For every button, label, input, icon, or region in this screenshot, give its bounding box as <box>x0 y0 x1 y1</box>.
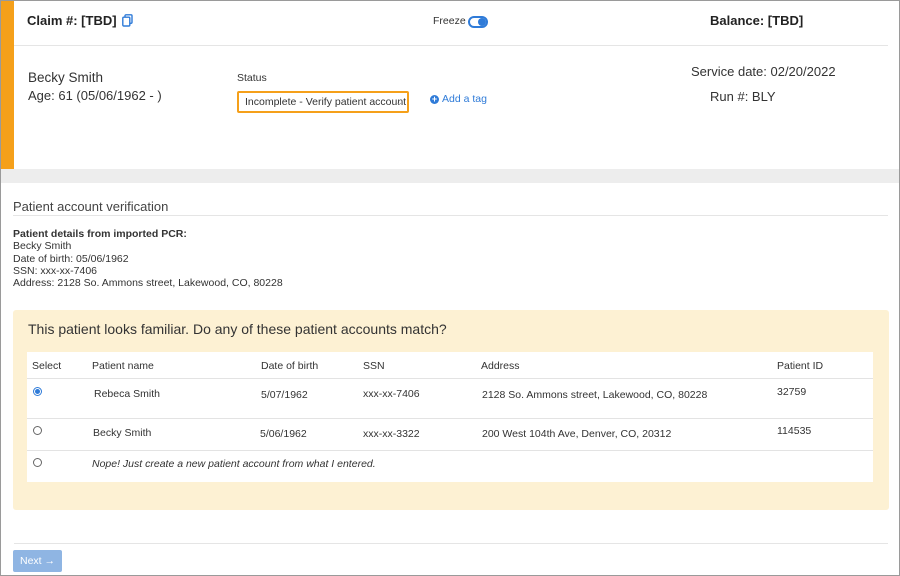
match-table: Select Patient name Date of birth SSN Ad… <box>27 352 873 482</box>
freeze-control: Freeze <box>433 14 488 28</box>
section-divider <box>13 215 888 216</box>
column-header-select: Select <box>32 360 62 372</box>
status-select[interactable]: Incomplete - Verify patient account ⌄ <box>237 91 409 113</box>
row-2-ssn: xxx-xx-3322 <box>363 428 420 440</box>
patient-age: Age: 61 (05/06/1962 - ) <box>28 88 162 103</box>
pcr-name: Becky Smith <box>13 240 72 253</box>
row-divider <box>27 378 873 379</box>
column-header-dob: Date of birth <box>261 360 319 372</box>
balance: Balance: [TBD] <box>710 13 804 28</box>
row-1-name: Rebeca Smith <box>94 388 160 400</box>
claim-label: Claim #: [TBD] <box>27 13 117 28</box>
footer-divider <box>14 543 888 544</box>
row-2-name: Becky Smith <box>93 427 152 439</box>
select-radio-row-1[interactable] <box>33 387 42 396</box>
header-divider <box>14 45 888 46</box>
row-1-dob: 5/07/1962 <box>261 389 308 401</box>
column-header-patient-id: Patient ID <box>777 360 824 372</box>
status-accent-bar <box>1 1 14 169</box>
row-1-address: 2128 So. Ammons street, Lakewood, CO, 80… <box>482 389 708 401</box>
row-2-patient-id: 114535 <box>777 425 812 437</box>
copy-icon[interactable] <box>121 14 133 27</box>
pcr-dob: Date of birth: 05/06/1962 <box>13 252 129 265</box>
chevron-down-icon: ⌄ <box>395 97 403 107</box>
pcr-ssn: SSN: xxx-xx-7406 <box>13 264 98 277</box>
new-account-option-label: Nope! Just create a new patient account … <box>92 458 376 470</box>
patient-name: Becky Smith <box>28 70 104 85</box>
toggle-knob <box>477 18 486 26</box>
column-header-address: Address <box>481 360 520 372</box>
column-header-name: Patient name <box>92 360 154 372</box>
row-divider <box>27 418 873 419</box>
select-radio-row-2[interactable] <box>33 426 42 435</box>
row-2-dob: 5/06/1962 <box>260 428 307 440</box>
pcr-address: Address: 2128 So. Ammons street, Lakewoo… <box>13 277 283 290</box>
select-radio-new-account[interactable] <box>33 458 42 467</box>
row-1-ssn: xxx-xx-7406 <box>363 388 420 400</box>
next-button[interactable]: Next → <box>13 550 62 572</box>
row-divider <box>27 450 873 451</box>
match-panel: This patient looks familiar. Do any of t… <box>13 310 889 510</box>
pcr-heading: Patient details from imported PCR: <box>13 228 187 240</box>
row-1-patient-id: 32759 <box>777 386 807 398</box>
plus-circle-icon: + <box>430 93 439 104</box>
add-tag-link[interactable]: + Add a tag <box>430 93 487 105</box>
match-prompt: This patient looks familiar. Do any of t… <box>28 321 447 337</box>
section-title: Patient account verification <box>13 199 169 214</box>
service-date: Service date: 02/20/2022 <box>691 64 836 79</box>
row-2-address: 200 West 104th Ave, Denver, CO, 20312 <box>482 428 672 440</box>
status-selected-value: Incomplete - Verify patient account <box>245 96 407 108</box>
add-tag-label: Add a tag <box>442 93 487 105</box>
status-label: Status <box>237 72 267 84</box>
freeze-toggle[interactable] <box>467 16 488 28</box>
run-number: Run #: BLY <box>710 89 776 104</box>
freeze-label: Freeze <box>433 15 466 27</box>
pcr-details: Patient details from imported PCR: Becky… <box>13 228 283 289</box>
column-header-ssn: SSN <box>363 360 385 372</box>
claim-number: Claim #: [TBD] <box>27 13 133 28</box>
section-separator <box>1 169 899 183</box>
